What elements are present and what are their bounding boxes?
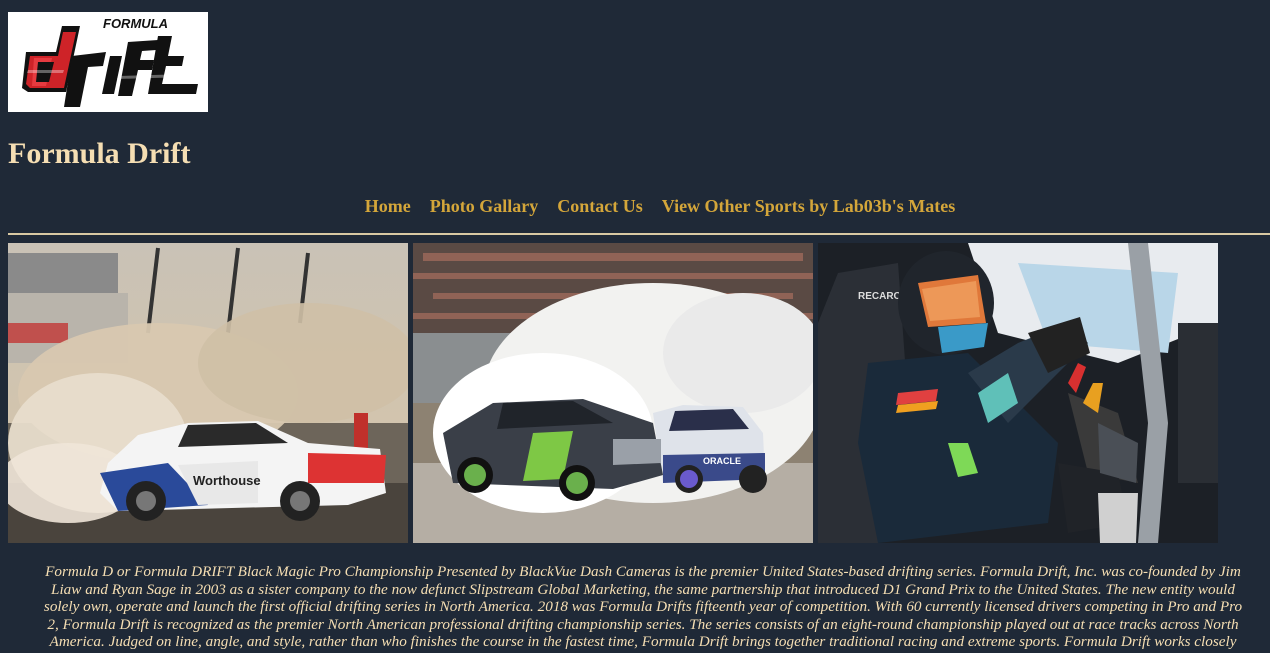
main-nav: Home Photo Gallary Contact Us View Other…	[350, 196, 970, 217]
page-title: Formula Drift	[8, 137, 191, 170]
formula-drift-logo[interactable]: FORMULA	[8, 12, 208, 112]
description-line: Liaw and Ryan Sage in 2003 as a sister c…	[51, 580, 1235, 598]
nav-link-other-sports[interactable]: View Other Sports by Lab03b's Mates	[662, 196, 956, 217]
description-paragraph: Formula D or Formula DRIFT Black Magic P…	[8, 563, 1270, 651]
nav-link-photo-gallery[interactable]: Photo Gallary	[430, 196, 539, 217]
description-line: America. Judged on line, angle, and styl…	[49, 633, 1237, 650]
gallery-photo-tandem-drift: ORACLE	[413, 243, 813, 543]
horizontal-rule	[8, 233, 1270, 235]
gallery-photo-driver-cockpit: RECARO	[818, 243, 1218, 543]
description-line: solely own, operate and launch the first…	[43, 598, 1243, 615]
description-line: 2, Formula Drift is recognized as the pr…	[47, 615, 1239, 633]
description-line: Formula D or Formula DRIFT Black Magic P…	[45, 563, 1241, 580]
photo-car-logo-text: Worthouse	[193, 473, 261, 488]
photo-seat-brand-text: RECARO	[858, 291, 902, 302]
photo-car-sponsor-text: ORACLE	[703, 456, 741, 466]
nav-link-contact-us[interactable]: Contact Us	[557, 196, 643, 217]
nav-link-home[interactable]: Home	[365, 196, 411, 217]
formula-drift-logo-graphic: FORMULA	[8, 12, 208, 112]
svg-text:FORMULA: FORMULA	[103, 16, 168, 31]
gallery-photo-drift-car-smoke: Worthouse	[8, 243, 408, 543]
